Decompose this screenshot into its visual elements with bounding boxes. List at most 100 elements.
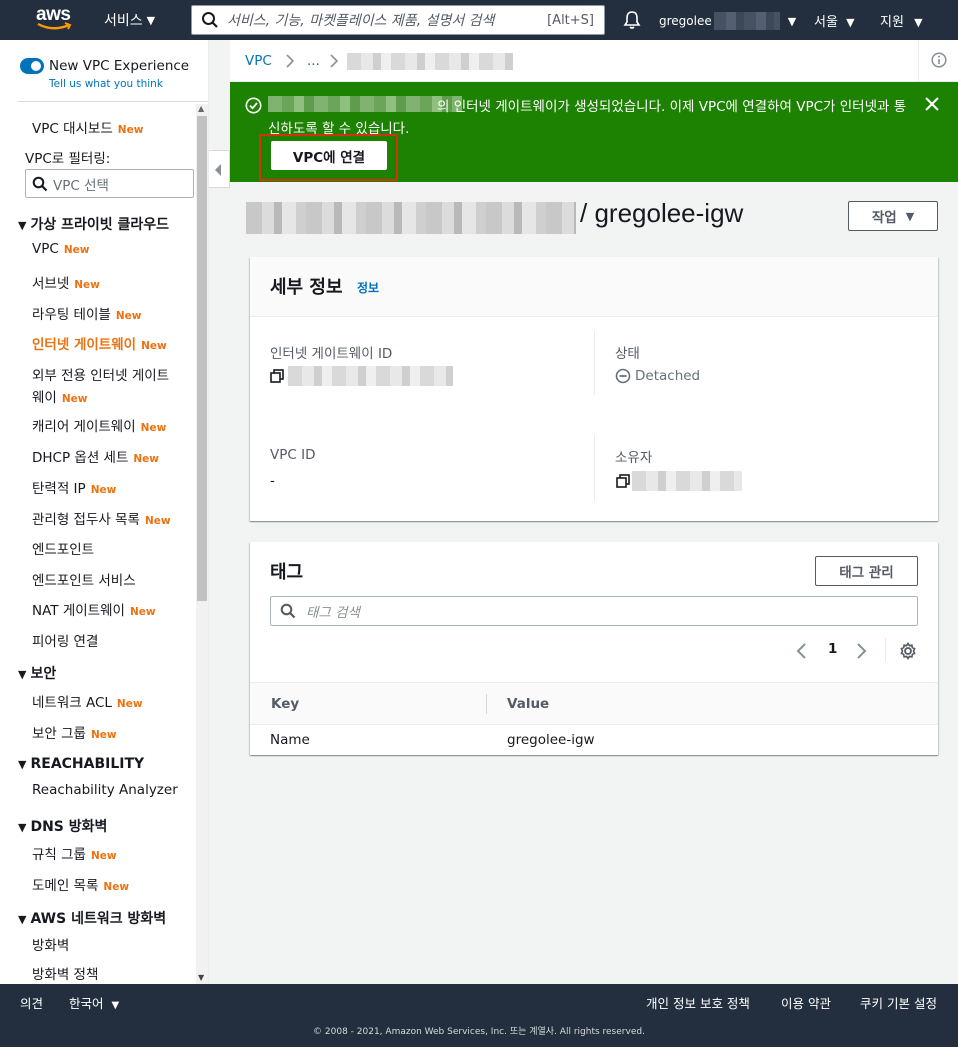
sidebar-item-label: 엔드포인트 서비스 xyxy=(32,573,136,589)
details-panel: 세부 정보 정보 인터넷 게이트웨이 ID 상태 Detached VPC ID… xyxy=(250,257,938,521)
section-reachability[interactable]: ▼ REACHABILITY xyxy=(18,756,144,772)
sidebar-item-label: 도메인 목록 xyxy=(32,878,99,894)
section-label: AWS 네트워크 방화벽 xyxy=(30,911,167,927)
sidebar-item-network-acl[interactable]: 네트워크 ACL New xyxy=(32,691,143,711)
user-name: gregolee xyxy=(659,14,712,28)
caret-down-icon: ▼ xyxy=(18,219,27,232)
attach-to-vpc-button[interactable]: VPC에 연결 xyxy=(271,141,387,170)
sidebar-item-firewall-policies[interactable]: 방화벽 정책 xyxy=(32,963,98,983)
copy-icon[interactable] xyxy=(270,369,284,383)
chevron-left-icon[interactable] xyxy=(795,641,809,661)
info-link[interactable]: 정보 xyxy=(357,279,379,296)
scroll-down-icon[interactable]: ▼ xyxy=(198,973,204,982)
sidebar-item-dhcp-options[interactable]: DHCP 옵션 세트 New xyxy=(32,446,159,466)
sidebar-item-label: 외부 전용 인터넷 게이트 xyxy=(32,368,170,384)
cookie-preferences-link[interactable]: 쿠키 기본 설정 xyxy=(860,993,937,1012)
manage-tags-button[interactable]: 태그 관리 xyxy=(815,556,918,586)
search-icon xyxy=(32,176,48,191)
close-icon[interactable] xyxy=(924,96,940,112)
sidebar-item-label: 서브넷 xyxy=(32,276,70,292)
support-menu[interactable]: 지원 ▼ xyxy=(880,11,923,30)
aws-logo[interactable]: aws xyxy=(36,5,76,34)
new-vpc-experience-toggle[interactable] xyxy=(20,58,44,74)
vpc-filter-select[interactable]: VPC 선택 xyxy=(25,169,194,198)
search-placeholder: 서비스, 기능, 마켓플레이스 제품, 설명서 검색 xyxy=(227,13,495,29)
column-header-value[interactable]: Value xyxy=(507,696,549,712)
sidebar-item-subnets[interactable]: 서브넷 New xyxy=(32,272,100,292)
breadcrumb-vpc-link[interactable]: VPC xyxy=(245,53,272,69)
section-label: 가상 프라이빗 클라우드 xyxy=(30,217,170,233)
details-title: 세부 정보 xyxy=(270,277,343,298)
collapse-sidebar-button[interactable] xyxy=(209,150,230,188)
sidebar-item-firewalls[interactable]: 방화벽 xyxy=(32,934,69,954)
actions-button[interactable]: 작업 ▼ xyxy=(848,201,938,231)
scroll-up-icon[interactable]: ▲ xyxy=(198,104,204,113)
sidebar-item-route-tables[interactable]: 라우팅 테이블 New xyxy=(32,303,141,323)
tag-search-input[interactable]: 태그 검색 xyxy=(270,596,918,626)
chevron-right-icon[interactable] xyxy=(854,641,868,661)
new-badge: New xyxy=(116,698,143,710)
sidebar-scrollbar[interactable]: ▲ ▼ xyxy=(196,104,208,984)
services-menu[interactable]: 서비스 ▼ xyxy=(104,10,155,30)
state-label: 상태 xyxy=(615,346,640,362)
new-badge: New xyxy=(63,244,90,256)
sidebar-item-reachability-analyzer[interactable]: Reachability Analyzer xyxy=(32,782,178,798)
sidebar-item-rule-groups[interactable]: 규칙 그룹 New xyxy=(32,843,117,863)
redacted-owner xyxy=(632,471,742,491)
page-number[interactable]: 1 xyxy=(828,641,837,657)
sidebar-item-label: 방화벽 정책 xyxy=(32,967,99,983)
sidebar-item-dashboard[interactable]: VPC 대시보드 New xyxy=(32,117,143,137)
sidebar-item-label: VPC 대시보드 xyxy=(32,121,113,137)
section-virtual-private-cloud[interactable]: ▼ 가상 프라이빗 클라우드 xyxy=(18,214,169,234)
section-security[interactable]: ▼ 보안 xyxy=(18,663,56,683)
language-menu[interactable]: 한국어 ▼ xyxy=(69,993,119,1012)
sidebar-item-security-groups[interactable]: 보안 그룹 New xyxy=(32,722,117,742)
sidebar-item-label: 네트워크 ACL xyxy=(32,695,112,711)
sidebar-item-vpc[interactable]: VPC New xyxy=(32,241,89,257)
new-badge: New xyxy=(144,515,171,527)
sidebar-item-label: 캐리어 게이트웨이 xyxy=(32,419,136,435)
sidebar-item-nat-gateways[interactable]: NAT 게이트웨이 New xyxy=(32,599,156,619)
search-icon xyxy=(202,12,218,28)
sidebar-item-label: 엔드포인트 xyxy=(32,542,95,558)
sidebar-item-managed-prefix-lists[interactable]: 관리형 접두사 목록 New xyxy=(32,508,171,528)
sidebar-item-carrier-gateways[interactable]: 캐리어 게이트웨이 New xyxy=(32,415,166,435)
sidebar-item-endpoints[interactable]: 엔드포인트 xyxy=(32,538,94,558)
new-badge: New xyxy=(103,881,130,893)
bell-icon[interactable] xyxy=(623,10,641,30)
new-badge: New xyxy=(61,393,88,405)
copy-icon[interactable] xyxy=(616,474,630,488)
account-menu[interactable]: gregolee ▼ xyxy=(659,12,796,30)
section-dns-firewall[interactable]: ▼ DNS 방화벽 xyxy=(18,816,107,836)
sidebar-item-peering[interactable]: 피어링 연결 xyxy=(32,630,98,650)
terms-link[interactable]: 이용 약관 xyxy=(781,993,831,1012)
column-header-key[interactable]: Key xyxy=(271,696,299,712)
privacy-link[interactable]: 개인 정보 보호 정책 xyxy=(646,993,750,1012)
sidebar-item-elastic-ip[interactable]: 탄력적 IP New xyxy=(32,477,116,497)
search-icon xyxy=(280,603,296,619)
gear-icon[interactable] xyxy=(899,642,917,660)
divider xyxy=(594,331,595,395)
sidebar-item-domain-lists[interactable]: 도메인 목록 New xyxy=(32,874,129,894)
info-panel-toggle[interactable] xyxy=(918,40,958,81)
igw-id-label: 인터넷 게이트웨이 ID xyxy=(270,346,393,362)
region-menu[interactable]: 서울 ▼ xyxy=(814,11,855,30)
section-network-firewall[interactable]: ▼ AWS 네트워크 방화벽 xyxy=(18,908,166,928)
global-search-input[interactable]: 서비스, 기능, 마켓플레이스 제품, 설명서 검색 [Alt+S] xyxy=(191,5,605,35)
tell-us-link[interactable]: Tell us what you think xyxy=(49,78,163,90)
new-vpc-experience-label: New VPC Experience xyxy=(49,58,190,74)
redacted-title-id xyxy=(246,202,576,234)
feedback-link[interactable]: 의견 xyxy=(20,993,43,1012)
actions-label: 작업 xyxy=(871,210,897,226)
sidebar-item-internet-gateways[interactable]: 인터넷 게이트웨이 New xyxy=(32,333,167,353)
scrollbar-thumb[interactable] xyxy=(197,116,207,601)
caret-down-icon: ▼ xyxy=(18,668,27,681)
chevron-right-icon xyxy=(286,54,295,68)
new-badge: New xyxy=(74,279,100,291)
new-badge: New xyxy=(115,310,142,322)
new-badge: New xyxy=(141,340,167,352)
sidebar-item-label: 인터넷 게이트웨이 xyxy=(32,337,137,353)
breadcrumb-ellipsis[interactable]: ... xyxy=(307,53,320,69)
sidebar-item-egress-only-gateways[interactable]: 외부 전용 인터넷 게이트 웨이 New xyxy=(32,364,169,406)
sidebar-item-endpoint-services[interactable]: 엔드포인트 서비스 xyxy=(32,569,136,589)
